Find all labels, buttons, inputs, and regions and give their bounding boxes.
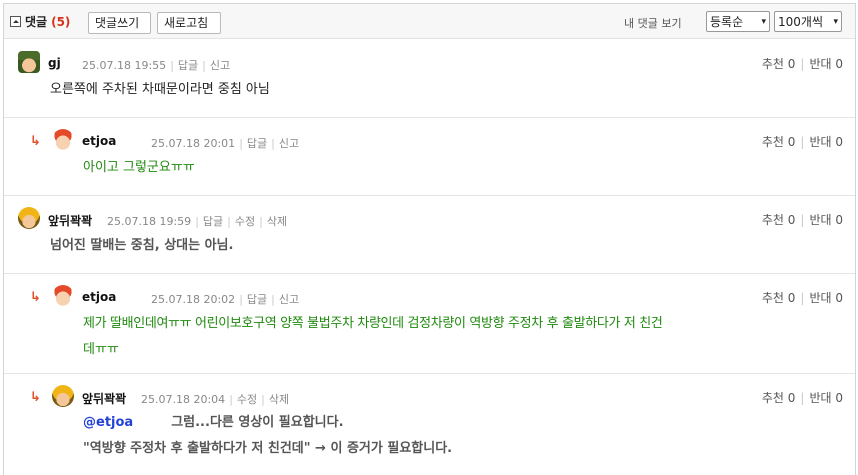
reply-item: ↳ etjoa 25.07.18 20:01 | 답글 | 신고 추천 0 | 반대 0 아… (4, 118, 855, 196)
order-select[interactable]: 등록순 ▾ (706, 11, 770, 32)
collapse-icon[interactable] (10, 16, 21, 27)
refresh-button[interactable]: 새로고침 (157, 12, 221, 34)
my-comments-link[interactable]: 내 댓글 보기 (624, 15, 682, 31)
comment-text: @etjoa 그럼...다른 영상이 필요합니다. "역방향 주정차 후 출발하다… (83, 410, 452, 462)
reply-arrow-icon: ↳ (30, 290, 41, 305)
reply-item: ↳ 앞뒤꽉꽉 25.07.18 20:04 | 수정 | 삭제 추천 0 | 반대 0 @e… (4, 374, 855, 475)
comment-item: gj 25.07.18 19:55 | 답글 | 신고 추천 0 | 반대 0 오른쪽에 주… (4, 40, 855, 118)
comment-nickname[interactable]: 앞뒤꽉꽉 (82, 390, 126, 407)
edit-link[interactable]: 수정 (237, 393, 257, 406)
comment-panel: 댓글 (5) 댓글쓰기 새로고침 내 댓글 보기 등록순 ▾ 100개씩 ▾ g… (3, 3, 856, 475)
kid-avatar-icon (52, 285, 74, 307)
edit-link[interactable]: 수정 (235, 215, 255, 228)
comment-line-text: 그럼...다른 영상이 필요합니다. (171, 415, 344, 430)
comment-line: "역방향 주정차 후 출발하다가 저 친건데" → 이 증거가 필요합니다. (83, 441, 453, 456)
reply-item: ↳ etjoa 25.07.18 20:02 | 답글 | 신고 추천 0 | 반대 0 제… (4, 274, 855, 374)
reply-link[interactable]: 답글 (203, 215, 223, 228)
mention-link[interactable]: @etjoa (83, 415, 133, 430)
recommend-button[interactable]: 추천 0 (762, 391, 796, 405)
comment-meta: 25.07.18 20:02 | 답글 | 신고 (151, 293, 300, 306)
comment-title-group[interactable]: 댓글 (5) (10, 13, 70, 30)
comment-text: 제가 딸배인데여ㅠㅠ 어린이보호구역 양쪽 불법주차 차량인데 검정차량이 역방… (83, 311, 843, 363)
vote-group: 추천 0 | 반대 0 (761, 135, 843, 149)
oppose-button[interactable]: 반대 0 (809, 213, 843, 227)
soldier-avatar-icon (18, 51, 40, 73)
comment-line: 제가 딸배인데여ㅠㅠ 어린이보호구역 양쪽 불법주차 차량인데 검정차량이 역방… (83, 316, 663, 331)
report-link[interactable]: 신고 (279, 293, 299, 306)
comment-text: 넘어진 딸배는 중침, 상대는 아님. (50, 233, 233, 259)
recommend-button[interactable]: 추천 0 (762, 213, 796, 227)
oppose-button[interactable]: 반대 0 (809, 135, 843, 149)
comment-meta: 25.07.18 19:55 | 답글 | 신고 (82, 59, 231, 72)
comment-meta: 25.07.18 20:04 | 수정 | 삭제 (141, 393, 290, 406)
delete-link[interactable]: 삭제 (267, 215, 287, 228)
comment-date: 25.07.18 20:01 (151, 137, 236, 150)
comment-text: 오른쪽에 주차된 차때문이라면 중침 아님 (50, 77, 270, 103)
delete-link[interactable]: 삭제 (269, 393, 289, 406)
write-comment-button[interactable]: 댓글쓰기 (88, 12, 151, 34)
comment-meta: 25.07.18 20:01 | 답글 | 신고 (151, 137, 300, 150)
comment-count: (5) (51, 14, 71, 29)
order-select-value: 등록순 (710, 15, 744, 29)
helmet-avatar-icon (18, 207, 40, 229)
comment-nickname[interactable]: etjoa (82, 290, 116, 304)
reply-arrow-icon: ↳ (30, 390, 41, 405)
recommend-button[interactable]: 추천 0 (762, 291, 796, 305)
page-size-select-value: 100개씩 (778, 15, 823, 29)
recommend-button[interactable]: 추천 0 (762, 57, 796, 71)
comment-header: 댓글 (5) 댓글쓰기 새로고침 내 댓글 보기 등록순 ▾ 100개씩 ▾ (4, 4, 855, 39)
oppose-button[interactable]: 반대 0 (809, 57, 843, 71)
vote-group: 추천 0 | 반대 0 (761, 57, 843, 71)
reply-link[interactable]: 답글 (178, 59, 198, 72)
comment-line: 아이고 그렇군요ㅠㅠ (83, 160, 195, 175)
comment-date: 25.07.18 20:02 (151, 293, 236, 306)
kid-avatar-icon (52, 129, 74, 151)
comment-meta: 25.07.18 19:59 | 답글 | 수정 | 삭제 (107, 215, 288, 228)
page-size-select[interactable]: 100개씩 ▾ (774, 11, 842, 32)
chevron-down-icon: ▾ (761, 16, 766, 27)
helmet-avatar-icon (52, 385, 74, 407)
comment-nickname[interactable]: gj (48, 56, 61, 70)
comment-date: 25.07.18 19:55 (82, 59, 167, 72)
vote-group: 추천 0 | 반대 0 (761, 213, 843, 227)
comment-line: 오른쪽에 주차된 차때문이라면 중침 아님 (50, 82, 270, 97)
comment-line: 데ㅠㅠ (83, 342, 119, 357)
comment-item: 앞뒤꽉꽉 25.07.18 19:59 | 답글 | 수정 | 삭제 추천 0 | 반대 0 넘… (4, 196, 855, 274)
reply-link[interactable]: 답글 (247, 293, 267, 306)
vote-group: 추천 0 | 반대 0 (761, 291, 843, 305)
comment-line: @etjoa 그럼...다른 영상이 필요합니다. (83, 410, 452, 436)
comment-date: 25.07.18 19:59 (107, 215, 192, 228)
reply-link[interactable]: 답글 (247, 137, 267, 150)
report-link[interactable]: 신고 (279, 137, 299, 150)
comment-nickname[interactable]: etjoa (82, 134, 116, 148)
comment-date: 25.07.18 20:04 (141, 393, 226, 406)
oppose-button[interactable]: 반대 0 (809, 291, 843, 305)
reply-arrow-icon: ↳ (30, 134, 41, 149)
recommend-button[interactable]: 추천 0 (762, 135, 796, 149)
comment-text: 아이고 그렇군요ㅠㅠ (83, 155, 195, 181)
comment-line: 넘어진 딸배는 중침, 상대는 아님. (50, 238, 234, 253)
vote-group: 추천 0 | 반대 0 (761, 391, 843, 405)
report-link[interactable]: 신고 (210, 59, 230, 72)
comment-nickname[interactable]: 앞뒤꽉꽉 (48, 212, 92, 229)
oppose-button[interactable]: 반대 0 (809, 391, 843, 405)
chevron-down-icon: ▾ (833, 16, 838, 27)
comment-title: 댓글 (25, 15, 48, 29)
